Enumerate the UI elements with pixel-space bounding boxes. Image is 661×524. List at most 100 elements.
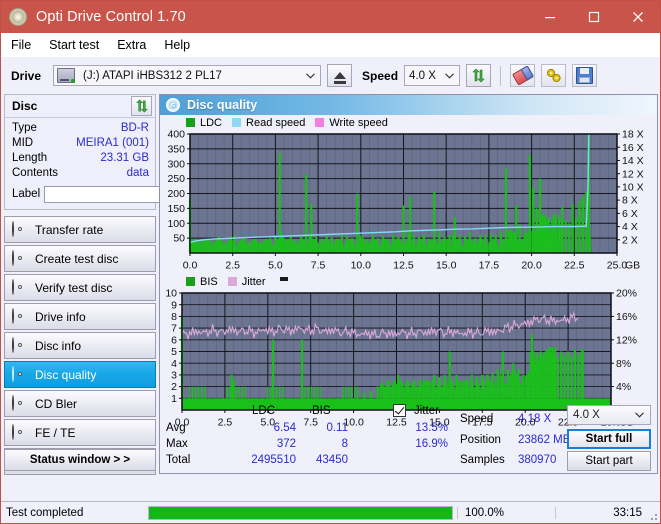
minimize-icon[interactable]	[528, 1, 572, 33]
close-icon[interactable]	[616, 1, 660, 33]
svg-text:6 X: 6 X	[622, 208, 638, 220]
sidebar-item-label: Disc quality	[35, 367, 97, 382]
svg-text:20%: 20%	[616, 288, 637, 300]
sidebar-item-cd-bler[interactable]: CD Bler	[4, 390, 156, 417]
sidebar-item-drive-info[interactable]: Drive info	[4, 303, 156, 330]
toolbar-divider	[500, 65, 502, 86]
test-speed-value: 4.0 X	[573, 409, 600, 421]
disc-quality-ldc-chart[interactable]: 501001502002503003504002 X4 X6 X8 X10 X1…	[160, 129, 657, 273]
svg-text:17.5: 17.5	[479, 260, 500, 272]
legend-marker-icon	[279, 276, 288, 281]
chevron-down-icon	[635, 410, 644, 420]
sidebar-item-label: CD Bler	[35, 396, 78, 411]
app-disc-icon	[9, 8, 27, 26]
disc-info-panel: Disc Type BD-R MID MEIRA1 (001) Length 2…	[4, 94, 218, 210]
svg-text:18 X: 18 X	[622, 129, 644, 141]
legend-swatch-jitter	[227, 277, 237, 286]
disc-length-value: 23.31 GB	[100, 152, 149, 164]
svg-text:400: 400	[167, 129, 185, 141]
save-button[interactable]	[572, 64, 598, 87]
svg-text:15.0: 15.0	[436, 260, 457, 272]
status-text: Test completed	[6, 506, 84, 519]
svg-text:12 X: 12 X	[622, 168, 644, 180]
legend-label-bis: BIS	[200, 275, 218, 288]
svg-text:300: 300	[167, 158, 185, 170]
svg-text:0.0: 0.0	[183, 260, 198, 272]
disc-icon	[12, 395, 27, 411]
status-bar: Test completed 100.0% 33:15	[1, 501, 660, 523]
sidebar-item-transfer-rate[interactable]: Transfer rate	[4, 216, 156, 243]
sidebar-item-disc-quality[interactable]: Disc quality	[4, 361, 156, 388]
sidebar-item-verify-test-disc[interactable]: Verify test disc	[4, 274, 156, 301]
sidebar-item-label: Create test disc	[35, 251, 119, 266]
speed-stat-label: Speed	[460, 413, 494, 425]
menu-start-test[interactable]: Start test	[49, 38, 99, 52]
svg-text:4: 4	[171, 358, 177, 370]
stats-panel: LDC BIS Jitter Avg 6.54 0.11 13.5% Max 3…	[160, 401, 657, 473]
disc-contents-label: Contents	[12, 167, 59, 179]
tools-button[interactable]	[541, 64, 567, 87]
progress-bar-fill	[149, 506, 452, 519]
status-window-wrap: Status window > >	[4, 449, 156, 471]
status-window-button[interactable]: Status window > >	[4, 449, 156, 471]
disc-label-label: Label	[12, 188, 41, 200]
sidebar-nav: Transfer rate Create test disc Verify te…	[4, 216, 156, 475]
toolbar: Drive (J:) ATAPI iHBS312 2 PL17 Speed 4.…	[1, 57, 660, 94]
legend-swatch-bis	[186, 277, 195, 286]
svg-text:8%: 8%	[616, 358, 631, 370]
test-speed-select[interactable]: 4.0 X	[567, 405, 651, 425]
disc-contents-value: data	[126, 167, 149, 179]
sidebar-item-disc-info[interactable]: Disc info	[4, 332, 156, 359]
legend-swatch-write-speed	[315, 118, 325, 127]
drive-select[interactable]: (J:) ATAPI iHBS312 2 PL17	[53, 65, 322, 86]
svg-text:20.0: 20.0	[521, 260, 542, 272]
chevron-down-icon	[306, 66, 315, 85]
floppy-disk-icon	[576, 67, 594, 84]
disc-type-label: Type	[12, 122, 37, 134]
disc-panel-body: Type BD-R MID MEIRA1 (001) Length 23.31 …	[5, 118, 218, 209]
menu-file[interactable]: File	[11, 38, 31, 52]
menu-help[interactable]: Help	[164, 38, 190, 52]
eject-button[interactable]	[327, 64, 353, 87]
app-window: Opti Drive Control 1.70 File Start test …	[0, 0, 661, 524]
svg-text:14 X: 14 X	[622, 155, 644, 167]
svg-text:10: 10	[165, 288, 177, 300]
maximize-icon[interactable]	[572, 1, 616, 33]
svg-text:16%: 16%	[616, 311, 637, 323]
svg-text:GB: GB	[625, 260, 640, 272]
speed-select[interactable]: 4.0 X	[404, 65, 461, 86]
svg-text:7: 7	[171, 323, 177, 335]
disc-refresh-button[interactable]	[131, 96, 152, 116]
disc-row-mid: MID MEIRA1 (001)	[12, 136, 149, 151]
drive-select-value: (J:) ATAPI iHBS312 2 PL17	[83, 69, 222, 82]
speed-select-value: 4.0 X	[409, 69, 436, 82]
disc-icon	[12, 221, 27, 237]
svg-text:10 X: 10 X	[622, 181, 644, 193]
sidebar-item-fe-te[interactable]: FE / TE	[4, 419, 156, 446]
start-part-button[interactable]: Start part	[567, 451, 651, 471]
disc-icon	[12, 337, 27, 353]
refresh-button[interactable]	[466, 64, 492, 87]
svg-text:6: 6	[171, 334, 177, 346]
menu-extra[interactable]: Extra	[117, 38, 146, 52]
sidebar-item-create-test-disc[interactable]: Create test disc	[4, 245, 156, 272]
erase-button[interactable]	[510, 64, 536, 87]
speed-stat-value: 4.18 X	[518, 413, 552, 425]
drive-label: Drive	[11, 68, 42, 83]
resize-grip-icon[interactable]	[647, 510, 657, 520]
svg-text:2.5: 2.5	[225, 260, 240, 272]
sidebar: Disc Type BD-R MID MEIRA1 (001) Length 2…	[1, 94, 218, 475]
svg-text:150: 150	[167, 203, 185, 215]
stats-row-avg-label: Avg	[166, 422, 186, 434]
legend-swatch-read-speed	[232, 118, 242, 127]
sidebar-item-label: Drive info	[35, 309, 86, 324]
position-stat-label: Position	[460, 434, 501, 446]
stats-header-ldc: LDC	[252, 405, 276, 417]
jitter-checkbox[interactable]	[393, 404, 406, 417]
svg-text:22.5: 22.5	[564, 260, 585, 272]
start-full-button[interactable]: Start full	[567, 429, 651, 449]
svg-text:12.5: 12.5	[393, 260, 414, 272]
drive-icon	[57, 68, 76, 83]
disc-icon	[12, 424, 27, 440]
svg-text:10.0: 10.0	[351, 260, 372, 272]
